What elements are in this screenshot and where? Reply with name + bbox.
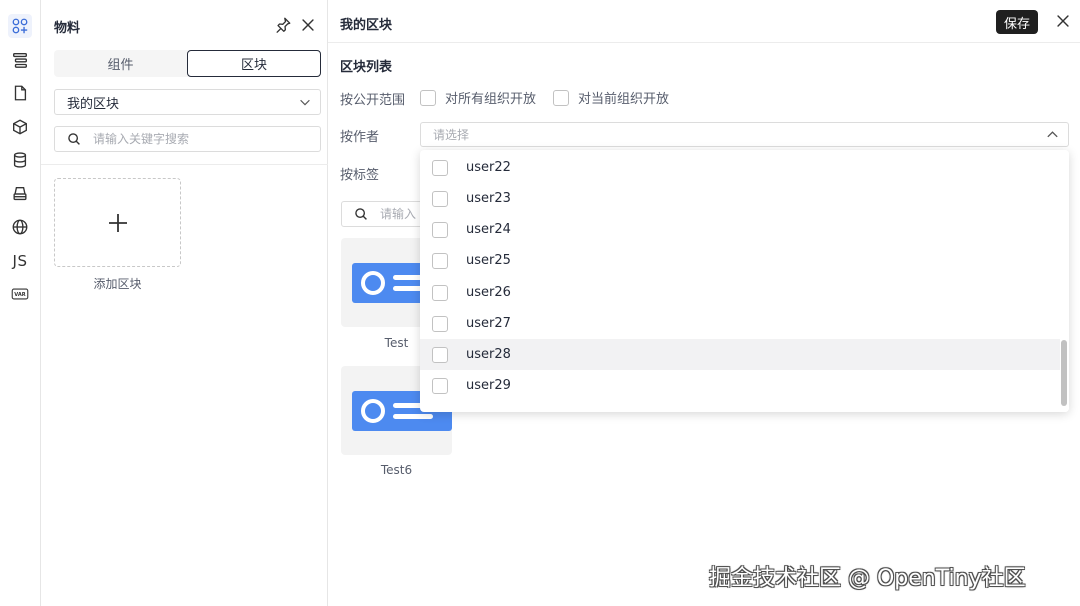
author-option-user26[interactable]: user26 bbox=[420, 277, 1060, 308]
option-label: user23 bbox=[466, 191, 511, 206]
author-option-user28[interactable]: user28 bbox=[420, 339, 1060, 370]
main-header: 我的区块 保存 bbox=[328, 0, 1080, 43]
materials-search-input[interactable] bbox=[93, 130, 313, 148]
js-label: JS bbox=[12, 252, 28, 270]
search-icon bbox=[355, 208, 367, 220]
public-option-current[interactable]: 对当前组织开放 bbox=[553, 88, 669, 107]
watermark: 掘金技术社区 @ OpenTiny社区 bbox=[709, 566, 1026, 591]
public-option-all-label: 对所有组织开放 bbox=[445, 92, 537, 107]
materials-search bbox=[54, 126, 321, 152]
plus-icon bbox=[109, 214, 127, 232]
page-icon[interactable] bbox=[8, 81, 32, 105]
divider bbox=[41, 164, 328, 165]
outline-tree-icon[interactable] bbox=[8, 48, 32, 72]
components-icon[interactable] bbox=[8, 14, 32, 38]
var-label: VAR bbox=[14, 292, 25, 298]
checkbox[interactable] bbox=[432, 347, 448, 363]
author-option-user27[interactable]: user27 bbox=[420, 308, 1060, 339]
add-block-label: 添加区块 bbox=[93, 277, 142, 291]
public-option-current-label: 对当前组织开放 bbox=[578, 92, 670, 107]
option-label: user22 bbox=[466, 160, 511, 175]
materials-tabs: 组件 区块 bbox=[54, 50, 321, 77]
option-label: user25 bbox=[466, 253, 511, 268]
tab-blocks[interactable]: 区块 bbox=[187, 50, 321, 77]
checkbox[interactable] bbox=[553, 89, 569, 106]
block-group-select[interactable]: 我的区块 bbox=[54, 89, 321, 115]
search-icon bbox=[68, 133, 80, 145]
checkbox[interactable] bbox=[432, 253, 448, 269]
option-label: user29 bbox=[466, 378, 511, 393]
icon-rail: JS VAR bbox=[0, 0, 41, 606]
author-dropdown: user22 user23 user24 user25 user26 user2… bbox=[420, 150, 1069, 412]
materials-title: 物料 bbox=[54, 21, 81, 36]
add-block-button[interactable] bbox=[54, 178, 181, 267]
filter-public-label: 按公开范围 bbox=[340, 93, 406, 108]
page-title: 我的区块 bbox=[340, 18, 393, 33]
block-list-title: 区块列表 bbox=[340, 60, 393, 75]
block-name: Test6 bbox=[380, 463, 413, 477]
option-label: user26 bbox=[466, 285, 511, 300]
author-option-user23[interactable]: user23 bbox=[420, 183, 1060, 214]
author-select-input[interactable] bbox=[433, 126, 1013, 143]
checkbox[interactable] bbox=[432, 316, 448, 332]
checkbox[interactable] bbox=[432, 378, 448, 394]
js-icon[interactable]: JS bbox=[8, 249, 32, 273]
author-option-user22[interactable]: user22 bbox=[420, 152, 1060, 183]
block-group-value: 我的区块 bbox=[67, 96, 120, 112]
scrollbar-thumb[interactable] bbox=[1061, 340, 1067, 406]
cube-icon[interactable] bbox=[8, 115, 32, 139]
checkbox[interactable] bbox=[432, 160, 448, 176]
tab-components[interactable]: 组件 bbox=[54, 50, 187, 77]
var-icon[interactable]: VAR bbox=[8, 282, 32, 306]
author-option-user25[interactable]: user25 bbox=[420, 245, 1060, 276]
author-option-user29[interactable]: user29 bbox=[420, 370, 1060, 401]
database-icon[interactable] bbox=[8, 148, 32, 172]
materials-panel: 物料 组件 区块 我的区块 添加区块 bbox=[41, 0, 328, 606]
filter-author-label: 按作者 bbox=[340, 130, 380, 145]
layers-icon[interactable] bbox=[8, 182, 32, 206]
close-icon[interactable] bbox=[1054, 12, 1072, 30]
dropdown-scrollbar[interactable] bbox=[1060, 150, 1069, 412]
pin-icon[interactable] bbox=[274, 16, 292, 34]
globe-icon[interactable] bbox=[8, 215, 32, 239]
close-icon[interactable] bbox=[299, 16, 317, 34]
option-label: user28 bbox=[466, 347, 511, 362]
option-label: user24 bbox=[466, 222, 511, 237]
author-select[interactable] bbox=[420, 122, 1069, 147]
checkbox[interactable] bbox=[420, 89, 436, 106]
public-option-all[interactable]: 对所有组织开放 bbox=[420, 88, 536, 107]
chevron-up-icon bbox=[1047, 131, 1058, 138]
option-label: user27 bbox=[466, 316, 511, 331]
author-option-user24[interactable]: user24 bbox=[420, 214, 1060, 245]
filter-tag-label: 按标签 bbox=[340, 168, 380, 183]
checkbox[interactable] bbox=[432, 285, 448, 301]
chevron-down-icon bbox=[300, 99, 310, 106]
checkbox[interactable] bbox=[432, 222, 448, 238]
save-button[interactable]: 保存 bbox=[996, 10, 1038, 34]
checkbox[interactable] bbox=[432, 191, 448, 207]
